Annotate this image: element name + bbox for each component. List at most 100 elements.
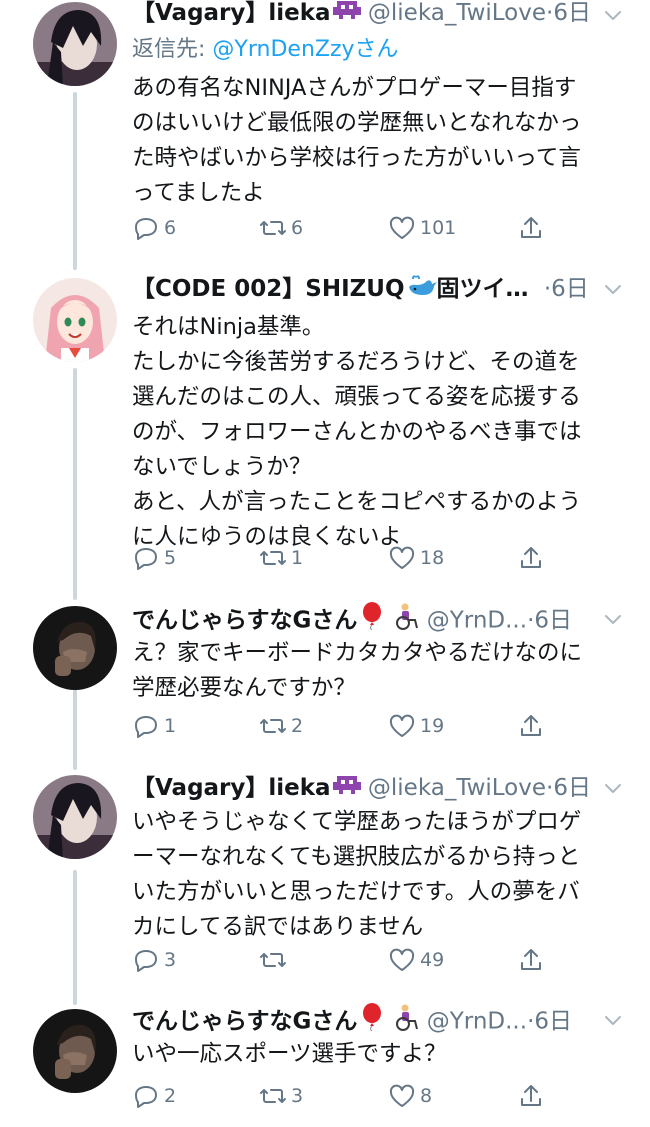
retweet-button[interactable]: [259, 944, 291, 976]
text-line: 選んだのはこの人、頑張ってる姿を応援する: [132, 384, 581, 410]
reply-button[interactable]: 1: [132, 710, 176, 742]
retweet-icon: [260, 953, 286, 967]
tweet[interactable]: 【Vagary】lieka @lieka_TwiLove·6日 いやそうじゃなく…: [0, 771, 650, 993]
like-button[interactable]: 18: [388, 542, 444, 574]
tweet-text: あの有名なNINJAさんがプロゲーマー目指す のはいいけど最低限の学歴無いとなれ…: [132, 71, 612, 211]
tweet-text: え？家でキーボードカタカタやるだけなのに 学歴必要なんですか？: [132, 636, 612, 706]
chevron-down-icon[interactable]: [600, 606, 626, 632]
text-line: のはいいけど最低限の学歴無いとなれなかっ: [132, 110, 582, 136]
share-icon: [521, 949, 541, 970]
retweet-count: 2: [291, 715, 304, 737]
heart-icon: [389, 546, 415, 569]
retweet-button[interactable]: 2: [259, 710, 303, 742]
tweet-text: いや一応スポーツ選手ですよ？: [132, 1037, 612, 1072]
text-line: 学歴必要なんですか？: [132, 675, 356, 701]
timestamp[interactable]: ·6日: [527, 608, 572, 634]
like-button[interactable]: 101: [388, 212, 456, 244]
tweet-text: いやそうじゃなくて学歴あったほうがプロゲ ーマーなれなくても選択肢広がるから持っ…: [132, 805, 612, 945]
heart-icon: [389, 948, 415, 971]
user-handle[interactable]: @lieka_TwiLove: [368, 775, 546, 801]
text-line: た時やばいから学校は行った方がいいって言: [132, 145, 581, 171]
like-button[interactable]: 8: [388, 1080, 432, 1112]
retweet-icon: [260, 221, 286, 235]
share-button[interactable]: [517, 542, 549, 574]
share-icon: [521, 547, 541, 568]
retweet-button[interactable]: 3: [259, 1080, 303, 1112]
text-line: いや一応スポーツ選手ですよ？: [132, 1041, 447, 1067]
avatar[interactable]: [33, 606, 117, 690]
timestamp[interactable]: ·6日: [546, 0, 591, 26]
balloon-emoji: [359, 1003, 385, 1037]
display-name[interactable]: 【Vagary】lieka: [132, 0, 331, 26]
wheelchair-emoji: [391, 1003, 419, 1037]
text-line: いた方がいいと思っただけです。人の夢をバ: [132, 879, 580, 905]
text-line: あの有名なNINJAさんがプロゲーマー目指す: [132, 75, 577, 101]
tweet[interactable]: でんじゃらすなGさん @YrnD...·6日 いや一応スポーツ選手ですよ？ 2 …: [0, 1003, 650, 1127]
chevron-down-icon[interactable]: [600, 1007, 626, 1033]
text-line: たしかに今後苦労するだろうけど、その道を: [132, 349, 580, 375]
reply-count: 1: [164, 715, 177, 737]
share-button[interactable]: [517, 212, 549, 244]
reply-icon: [135, 950, 157, 972]
display-name[interactable]: でんじゃらすなGさん: [132, 1009, 357, 1035]
reply-count: 5: [164, 547, 177, 569]
text-line: ーマーなれなくても選択肢広がるから持っと: [132, 844, 581, 870]
share-button[interactable]: [517, 944, 549, 976]
like-button[interactable]: 19: [388, 710, 444, 742]
retweet-count: 6: [291, 217, 304, 239]
retweet-button[interactable]: 1: [259, 542, 303, 574]
retweet-icon: [260, 719, 286, 733]
reply-icon: [135, 716, 157, 738]
user-handle[interactable]: @YrnD...: [427, 1009, 527, 1035]
text-line: え？家でキーボードカタカタやるだけなのに: [132, 640, 583, 666]
avatar[interactable]: [33, 278, 117, 362]
display-name-suffix[interactable]: 固ツイ…: [437, 276, 529, 302]
text-line: それはNinja基準。: [132, 314, 325, 340]
display-name[interactable]: 【Vagary】lieka: [132, 775, 331, 801]
reply-to-label: 返信先:: [132, 37, 206, 62]
like-button[interactable]: 49: [388, 944, 444, 976]
chevron-down-icon[interactable]: [600, 2, 626, 28]
like-count: 19: [420, 715, 445, 737]
text-line: カにしてる訳ではありません: [132, 914, 424, 940]
avatar[interactable]: [33, 775, 117, 859]
share-button[interactable]: [517, 1080, 549, 1112]
retweet-button[interactable]: 6: [259, 212, 303, 244]
like-count: 49: [420, 949, 445, 971]
avatar[interactable]: [33, 2, 117, 86]
timestamp[interactable]: ·6日: [527, 1009, 572, 1035]
reply-button[interactable]: 5: [132, 542, 176, 574]
chevron-down-icon[interactable]: [600, 276, 626, 302]
text-line: あと、人が言ったことをコピペするかのよう: [132, 489, 582, 515]
avatar[interactable]: [33, 1009, 117, 1093]
text-line: ないでしょうか？: [132, 454, 312, 480]
reply-button[interactable]: 6: [132, 212, 176, 244]
reply-count: 6: [164, 217, 177, 239]
tweet-header: 【CODE 002】SHIZUQ 固ツイ… ·6日: [132, 272, 600, 306]
tweet-actions: 6 6 101: [132, 212, 552, 244]
tweet-actions: 5 1 18: [132, 542, 552, 574]
heart-icon: [389, 1084, 415, 1107]
user-handle[interactable]: @lieka_TwiLove: [368, 0, 546, 26]
timestamp[interactable]: ·6日: [546, 775, 591, 801]
reply-button[interactable]: 2: [132, 1080, 176, 1112]
chevron-down-icon[interactable]: [600, 775, 626, 801]
share-button[interactable]: [517, 710, 549, 742]
like-count: 8: [420, 1085, 433, 1107]
alien-monster-emoji: [332, 0, 361, 30]
text-line: ってましたよ: [132, 180, 265, 206]
like-count: 101: [420, 217, 457, 239]
reply-button[interactable]: 3: [132, 944, 176, 976]
user-handle[interactable]: @YrnD...: [427, 608, 527, 634]
retweet-count: 1: [291, 547, 304, 569]
retweet-count: 3: [291, 1085, 304, 1107]
tweet[interactable]: 【CODE 002】SHIZUQ 固ツイ… ·6日 それはNinja基準。 たしか…: [0, 272, 650, 590]
tweet[interactable]: 【Vagary】lieka @lieka_TwiLove·6日 返信先: @Yr…: [0, 0, 650, 270]
text-line: いやそうじゃなくて学歴あったほうがプロゲ: [132, 809, 582, 835]
reply-to-mention[interactable]: @YrnDenZzyさん: [212, 37, 398, 62]
timestamp[interactable]: ·6日: [544, 276, 589, 302]
display-name[interactable]: でんじゃらすなGさん: [132, 608, 357, 634]
tweet-text: それはNinja基準。 たしかに今後苦労するだろうけど、その道を 選んだのはこの…: [132, 310, 612, 555]
tweet[interactable]: でんじゃらすなGさん @YrnD...·6日 え？家でキーボードカタカタやるだけ…: [0, 602, 650, 760]
display-name[interactable]: 【CODE 002】SHIZUQ: [132, 276, 405, 302]
